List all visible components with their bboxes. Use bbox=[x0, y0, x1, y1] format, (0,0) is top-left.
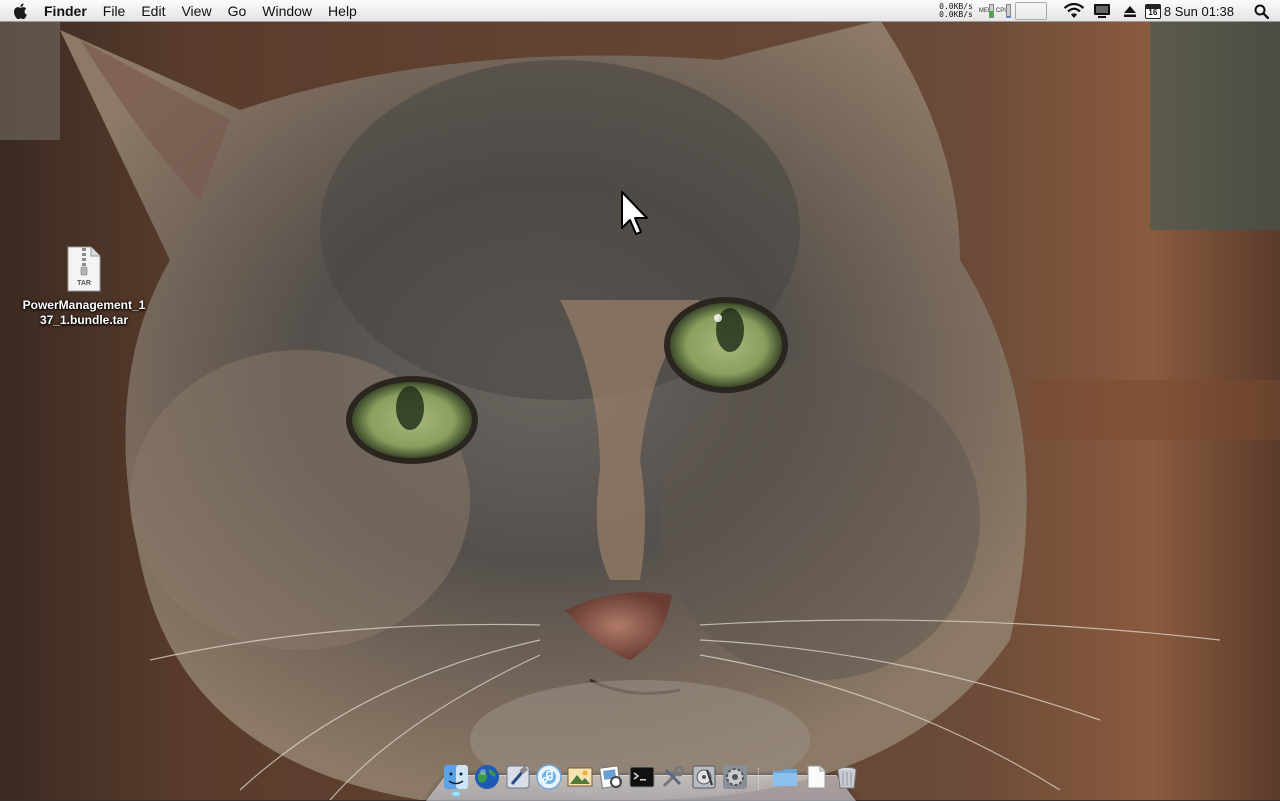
preview-icon bbox=[598, 765, 622, 789]
cpu-graph-icon[interactable] bbox=[1014, 2, 1047, 20]
finder-running-indicator bbox=[452, 792, 460, 796]
tar-badge: TAR bbox=[77, 280, 91, 287]
file-name-label: PowerManagement_1 37_1.bundle.tar bbox=[12, 298, 156, 328]
trash-icon bbox=[837, 767, 856, 789]
eject-icon bbox=[1123, 6, 1136, 17]
disk-utility-icon bbox=[692, 765, 715, 789]
dock-xcode[interactable] bbox=[503, 762, 533, 792]
status-menus: 0.0KB/s 0.0KB/s MEM CPU 16 8 Sun 01:38 bbox=[935, 0, 1280, 22]
document-icon bbox=[807, 765, 825, 789]
memory-cpu-meters[interactable]: MEM CPU bbox=[979, 4, 1011, 18]
dock-network-globe[interactable] bbox=[472, 762, 502, 792]
file-name-line-2: 37_1.bundle.tar bbox=[39, 313, 129, 327]
mem-label: MEM bbox=[978, 8, 993, 14]
folder-icon bbox=[772, 769, 797, 786]
wifi-menu[interactable] bbox=[1061, 0, 1087, 22]
menu-bar: Finder File Edit View Go Window Help 0.0… bbox=[0, 0, 1280, 22]
network-globe-icon bbox=[474, 765, 499, 789]
menu-app-name[interactable]: Finder bbox=[40, 0, 95, 22]
menu-go[interactable]: Go bbox=[220, 0, 255, 22]
dock-system-preferences[interactable] bbox=[720, 762, 750, 792]
dock-itunes[interactable] bbox=[534, 762, 564, 792]
cpu-meter-icon bbox=[1005, 4, 1011, 18]
dock-terminal[interactable] bbox=[627, 762, 657, 792]
finder-icon bbox=[443, 765, 468, 789]
utilities-icon bbox=[662, 765, 684, 788]
mouse-pointer-icon bbox=[620, 190, 652, 238]
memory-meter-icon bbox=[988, 4, 994, 18]
dock-document[interactable] bbox=[801, 762, 831, 792]
itunes-icon bbox=[535, 764, 562, 790]
apple-menu[interactable] bbox=[0, 0, 40, 22]
iphoto-icon bbox=[567, 767, 592, 787]
desktop-file-tar[interactable]: TAR PowerManagement_1 37_1.bundle.tar bbox=[12, 246, 156, 328]
dock-trash[interactable] bbox=[832, 762, 862, 792]
dock-utilities[interactable] bbox=[658, 762, 688, 792]
cpu-label: CPU bbox=[995, 8, 1009, 14]
apple-icon bbox=[14, 2, 27, 19]
terminal-icon bbox=[629, 766, 654, 788]
system-preferences-icon bbox=[722, 765, 747, 789]
eject-menu[interactable] bbox=[1117, 0, 1143, 22]
dock-finder[interactable] bbox=[441, 762, 471, 792]
display-icon bbox=[1093, 4, 1110, 18]
wifi-icon bbox=[1063, 3, 1085, 18]
calendar-icon[interactable]: 16 bbox=[1144, 3, 1161, 19]
file-name-line-1: PowerManagement_1 bbox=[22, 298, 146, 312]
dock-separator bbox=[758, 768, 761, 790]
spotlight-icon bbox=[1254, 4, 1269, 19]
menu-file[interactable]: File bbox=[95, 0, 134, 22]
desktop-wallpaper bbox=[0, 0, 1280, 800]
menu-clock[interactable]: 8 Sun 01:38 bbox=[1164, 4, 1234, 19]
dock bbox=[440, 758, 862, 792]
xcode-icon bbox=[506, 765, 529, 789]
spotlight-button[interactable] bbox=[1250, 0, 1272, 22]
menu-edit[interactable]: Edit bbox=[133, 0, 173, 22]
tar-archive-icon: TAR bbox=[66, 246, 102, 292]
network-monitor[interactable]: 0.0KB/s 0.0KB/s bbox=[935, 3, 973, 19]
dock-preview[interactable] bbox=[596, 762, 626, 792]
menu-window[interactable]: Window bbox=[254, 0, 320, 22]
menu-help[interactable]: Help bbox=[320, 0, 365, 22]
dock-folder[interactable] bbox=[770, 762, 800, 792]
display-menu[interactable] bbox=[1089, 0, 1115, 22]
net-down-rate: 0.0KB/s bbox=[939, 10, 973, 19]
dock-disk-utility[interactable] bbox=[689, 762, 719, 792]
dock-iphoto[interactable] bbox=[565, 762, 595, 792]
calendar-day: 16 bbox=[1148, 7, 1158, 17]
menu-view[interactable]: View bbox=[173, 0, 219, 22]
